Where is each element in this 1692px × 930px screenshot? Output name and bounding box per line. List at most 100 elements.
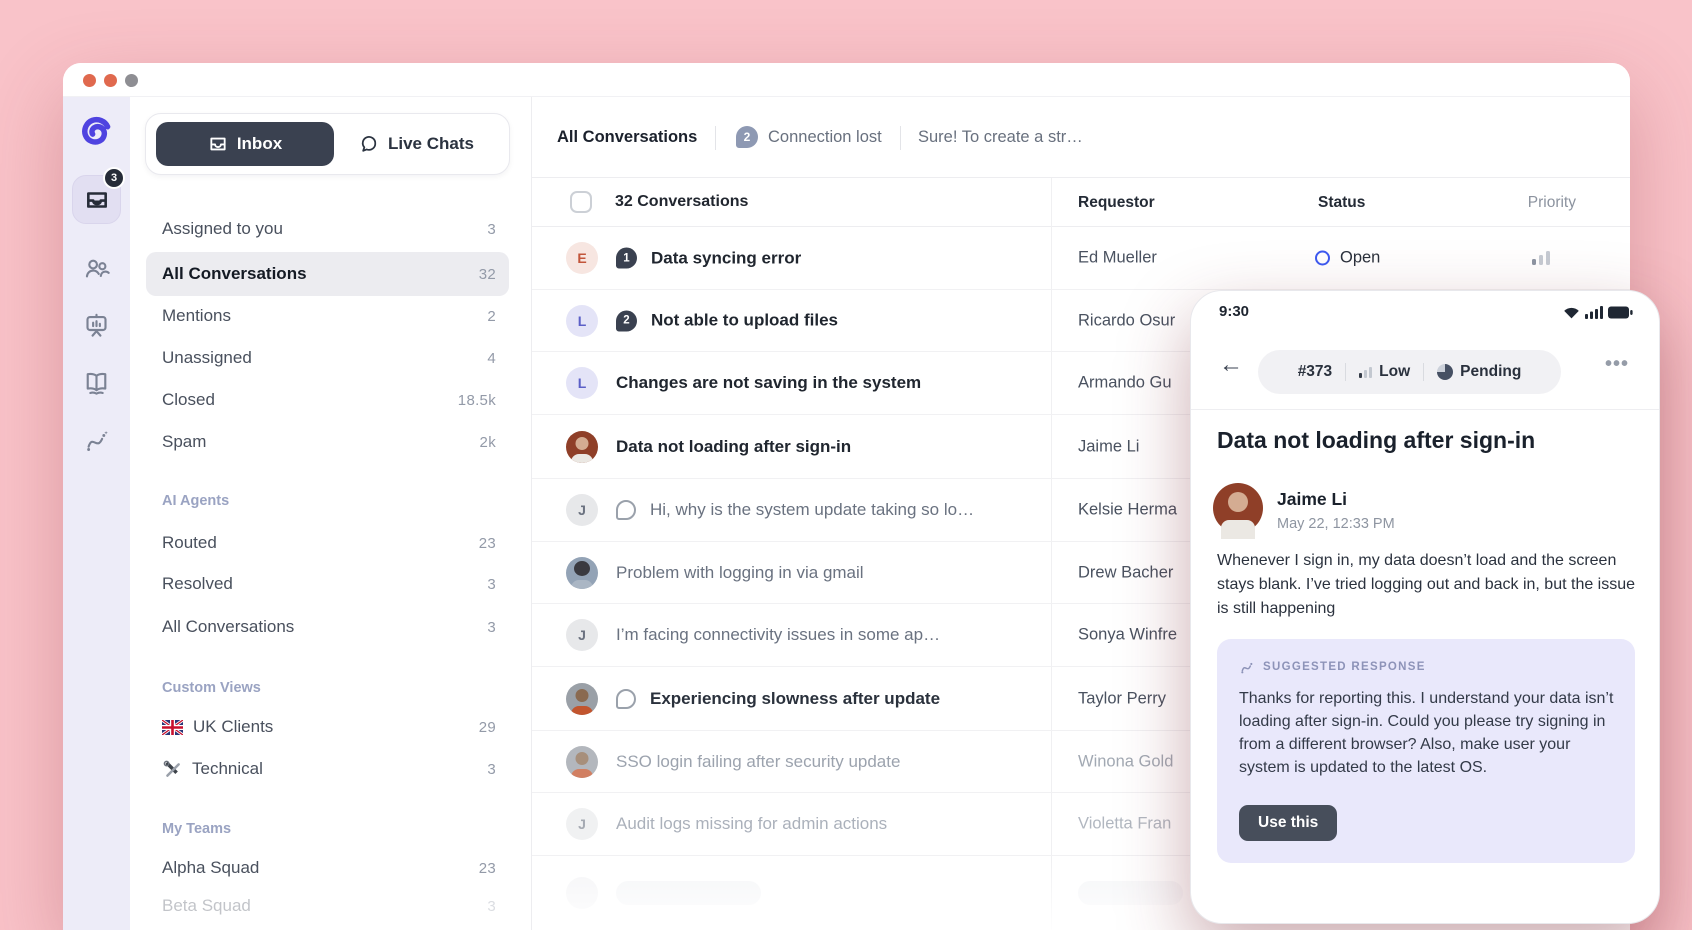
sidebar-item-label: Unassigned (162, 348, 252, 368)
list-header: 32 Conversations Requestor Status Priori… (532, 178, 1630, 227)
sidebar-item-count: 23 (479, 535, 496, 552)
sidebar-item-label: Beta Squad (162, 896, 251, 916)
tools-icon (162, 759, 182, 779)
ticket-status: Pending (1460, 363, 1521, 381)
book-icon (83, 369, 110, 396)
more-menu-icon[interactable]: ••• (1605, 353, 1629, 376)
toggle-inbox[interactable]: Inbox (156, 122, 334, 166)
sidebar-item-label: Resolved (162, 574, 233, 594)
ticket-title: Data not loading after sign-in (1217, 427, 1535, 454)
uk-flag-icon (162, 720, 183, 735)
conversation-title: I’m facing connectivity issues in some a… (616, 625, 940, 645)
column-header-priority[interactable]: Priority (1528, 194, 1576, 212)
priority-low-icon (1532, 251, 1550, 265)
window-zoom-button[interactable] (125, 74, 138, 87)
reports-icon (83, 312, 110, 339)
section-header-custom-views: Custom Views (162, 678, 261, 698)
unread-count-badge: 2 (616, 310, 637, 331)
sidebar-item-closed[interactable]: Closed 18.5k (162, 388, 496, 412)
tab-all-conversations[interactable]: All Conversations (557, 128, 697, 147)
requestor-name: Ed Mueller (1078, 249, 1157, 268)
sidebar-item-technical[interactable]: Technical 3 (162, 757, 496, 781)
open-status-icon (1315, 251, 1330, 266)
sidebar-item-alpha-squad[interactable]: Alpha Squad 23 (162, 856, 496, 880)
ticket-meta-pill: #373 Low Pending (1258, 350, 1561, 394)
sidebar-item-mentions[interactable]: Mentions 2 (162, 304, 496, 328)
app-logo-icon[interactable] (77, 113, 115, 151)
pill-divider (1345, 363, 1346, 381)
unread-count-badge: 1 (616, 248, 637, 269)
requestor-name: Violetta Fran (1078, 815, 1171, 834)
sidebar-item-unassigned[interactable]: Unassigned 4 (162, 346, 496, 370)
back-arrow-icon[interactable]: ← (1219, 353, 1243, 377)
divider (1191, 409, 1659, 410)
section-header-ai-agents: AI Agents (162, 491, 229, 511)
sidebar-item-automation[interactable] (83, 426, 111, 454)
sidebar-item-label: All Conversations (162, 617, 294, 637)
avatar (566, 746, 598, 778)
avatar: J (566, 494, 598, 526)
message-timestamp: May 22, 12:33 PM (1277, 516, 1395, 532)
status-badge: Open (1315, 249, 1380, 268)
toggle-live-chats-label: Live Chats (388, 134, 474, 154)
tab-connection-lost-badge[interactable]: 2 (736, 126, 758, 148)
sidebar-item-label: Alpha Squad (162, 858, 259, 878)
avatar: J (566, 619, 598, 651)
requestor-name: Sonya Winfre (1078, 626, 1177, 645)
sidebar-item-resolved[interactable]: Resolved 3 (162, 572, 496, 596)
inbox-icon (208, 134, 228, 154)
avatar (566, 557, 598, 589)
sidebar-item-beta-squad[interactable]: Beta Squad 3 (162, 894, 496, 918)
sidebar-item-all-conversations[interactable]: All Conversations 32 (162, 262, 496, 286)
battery-icon (1608, 306, 1633, 319)
mobile-preview: 9:30 ← #373 Low Pending ••• Data not loa… (1190, 290, 1660, 924)
sidebar-item-ai-all-conversations[interactable]: All Conversations 3 (162, 615, 496, 639)
inbox-livechats-toggle: Inbox Live Chats (145, 113, 510, 175)
skeleton-requestor-bar (1078, 881, 1183, 905)
sidebar-item-label: Routed (162, 533, 217, 553)
sidebar-item-label: Spam (162, 432, 206, 452)
sidebar-item-count: 3 (487, 576, 496, 593)
column-header-requestor[interactable]: Requestor (1078, 194, 1155, 212)
sidebar-item-count: 3 (487, 761, 496, 778)
sidebar-item-count: 4 (487, 350, 496, 367)
window-minimize-button[interactable] (104, 74, 117, 87)
tab-connection-lost[interactable]: Connection lost (768, 128, 882, 147)
requestor-name: Ricardo Osur (1078, 311, 1175, 330)
select-all-checkbox[interactable] (570, 191, 592, 213)
automation-icon (83, 427, 110, 454)
sidebar-item-count: 3 (487, 619, 496, 636)
suggested-response-text: Thanks for reporting this. I understand … (1239, 687, 1615, 779)
sidebar-item-count: 23 (479, 860, 496, 877)
avatar (566, 431, 598, 463)
wifi-icon (1563, 306, 1580, 319)
sidebar-item-count: 29 (479, 719, 496, 736)
toggle-live-chats[interactable]: Live Chats (334, 122, 499, 166)
column-header-status[interactable]: Status (1318, 194, 1365, 212)
sender-name: Jaime Li (1277, 489, 1347, 510)
priority-low-icon (1359, 367, 1372, 378)
sidebar-item-label: Technical (192, 759, 263, 779)
chat-bubble-icon (616, 500, 636, 520)
sidebar-item-label: All Conversations (162, 264, 307, 284)
avatar: E (566, 242, 598, 274)
chat-bubble-icon (616, 689, 636, 709)
sidebar-item-reports[interactable] (83, 311, 111, 339)
requestor-name: Kelsie Herma (1078, 501, 1177, 520)
sidebar-item-label: UK Clients (193, 717, 273, 737)
tab-sure-to-create[interactable]: Sure! To create a str… (918, 128, 1083, 147)
icon-rail: 3 (63, 97, 130, 930)
use-this-button[interactable]: Use this (1239, 805, 1337, 841)
sidebar-item-routed[interactable]: Routed 23 (162, 531, 496, 555)
tabs-bar: All Conversations 2 Connection lost Sure… (532, 97, 1630, 178)
conversation-title: Not able to upload files (651, 311, 838, 331)
sidebar-item-assigned-to-you[interactable]: Assigned to you 3 (162, 217, 496, 241)
phone-clock: 9:30 (1219, 303, 1249, 320)
window-close-button[interactable] (83, 74, 96, 87)
table-row[interactable]: E 1 Data syncing error Ed Mueller Open (532, 227, 1630, 290)
sidebar-item-count: 2k (480, 434, 496, 451)
sidebar-item-uk-clients[interactable]: UK Clients 29 (162, 715, 496, 739)
sidebar-item-knowledge-base[interactable] (83, 368, 111, 396)
sidebar-item-team[interactable] (83, 254, 111, 282)
sidebar-item-spam[interactable]: Spam 2k (162, 430, 496, 454)
